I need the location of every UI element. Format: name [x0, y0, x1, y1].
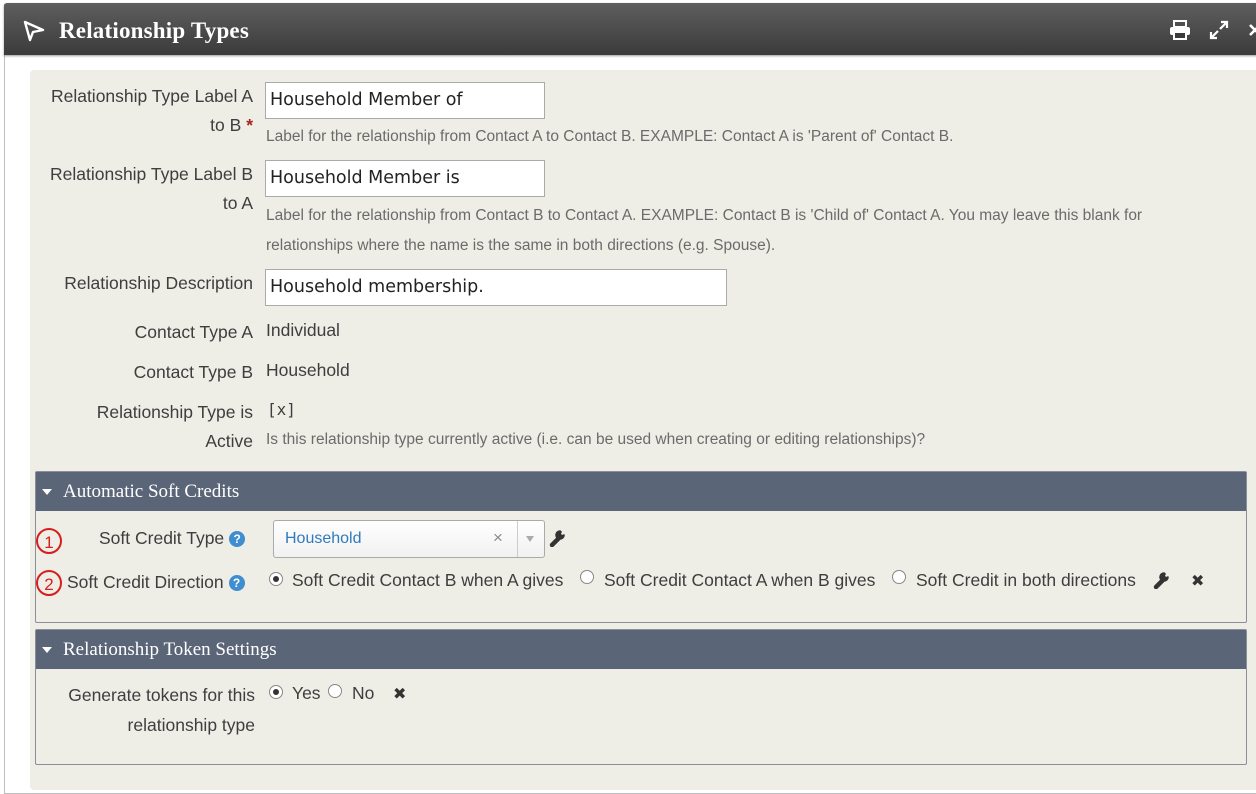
token-settings-section: Relationship Token Settings Generate tok… [35, 629, 1247, 765]
active-help: Is this relationship type currently acti… [266, 431, 926, 448]
help-icon[interactable]: ? [229, 531, 246, 548]
label-a-b-help: Label for the relationship from Contact … [266, 128, 954, 145]
annotation-badge-1: 1 [36, 528, 62, 554]
contact-type-b-label: Contact Type B [133, 362, 253, 382]
radio-tokens-no[interactable] [328, 684, 342, 698]
dialog-titlebar: Relationship Types [4, 3, 1256, 55]
radio-a-when-b-gives[interactable] [580, 570, 594, 584]
relationship-type-form: Relationship Type Label A to B * Househo… [30, 70, 1256, 790]
label-a-b-input[interactable]: Household Member of [265, 82, 545, 119]
soft-credits-heading: Automatic Soft Credits [63, 481, 240, 502]
radio-tokens-no-label: No [352, 683, 375, 703]
radio-tokens-yes[interactable] [269, 685, 283, 699]
dialog-title: Relationship Types [59, 18, 249, 43]
description-label: Relationship Description [64, 273, 253, 293]
soft-credit-type-select[interactable]: Household × [273, 520, 545, 558]
active-checkbox[interactable]: [x] [267, 398, 296, 422]
clear-direction-icon[interactable]: ✖ [1191, 571, 1204, 591]
wrench-icon[interactable] [1152, 571, 1170, 589]
label-a-b-label: Relationship Type Label A to B * [50, 86, 253, 135]
soft-credit-direction-label: Soft Credit Direction? [67, 571, 245, 593]
radio-b-when-a-gives[interactable] [269, 572, 283, 586]
radio-tokens-yes-label: Yes [292, 683, 321, 703]
token-settings-header[interactable]: Relationship Token Settings [36, 630, 1246, 669]
civicrm-logo-icon [23, 20, 45, 42]
radio-a-when-b-gives-label: Soft Credit Contact A when B gives [604, 570, 876, 590]
label-b-a-label: Relationship Type Label B to A [49, 164, 253, 213]
required-marker: * [246, 115, 253, 135]
fullscreen-icon[interactable] [1206, 17, 1232, 43]
annotation-badge-2: 2 [36, 570, 62, 596]
radio-b-when-a-gives-label: Soft Credit Contact B when A gives [292, 570, 564, 590]
close-icon[interactable] [1242, 17, 1256, 43]
caret-down-icon [42, 489, 52, 495]
clear-selection-icon[interactable]: × [493, 528, 503, 548]
help-icon[interactable]: ? [228, 575, 245, 592]
contact-type-a-value: Individual [266, 320, 340, 340]
soft-credits-section: Automatic Soft Credits 1 Soft Credit Typ… [35, 471, 1247, 623]
soft-credits-header[interactable]: Automatic Soft Credits [36, 472, 1246, 511]
label-b-a-input[interactable]: Household Member is [265, 160, 545, 197]
wrench-icon[interactable] [548, 529, 566, 547]
contact-type-a-label: Contact Type A [134, 322, 253, 342]
radio-both-directions-label: Soft Credit in both directions [916, 570, 1136, 590]
token-settings-heading: Relationship Token Settings [63, 639, 277, 660]
soft-credit-type-selected: Household [285, 530, 362, 547]
print-icon[interactable] [1167, 17, 1193, 43]
radio-both-directions[interactable] [892, 570, 906, 584]
contact-type-b-value: Household [266, 360, 350, 380]
soft-credit-type-label: Soft Credit Type? [99, 527, 246, 549]
generate-tokens-label: Generate tokens for this relationship ty… [68, 685, 255, 735]
active-label: Relationship Type is Active [96, 402, 253, 451]
label-b-a-help: Label for the relationship from Contact … [266, 207, 1143, 254]
description-input[interactable]: Household membership. [265, 269, 727, 306]
caret-down-icon [42, 647, 52, 653]
clear-tokens-icon[interactable]: ✖ [393, 684, 406, 704]
chevron-down-icon[interactable] [517, 521, 544, 557]
